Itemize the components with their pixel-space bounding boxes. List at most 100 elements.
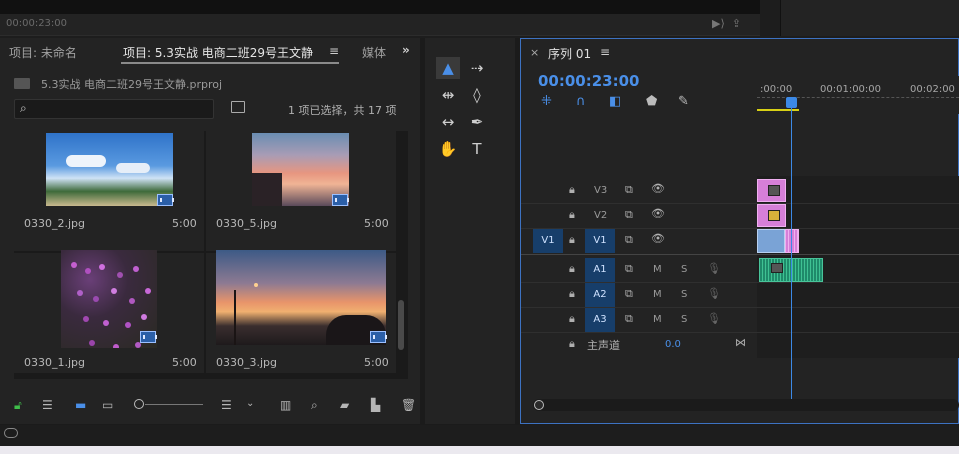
track-header-a3[interactable]: 🔒︎ A3 ⧉ M S 🎙︎ (521, 308, 757, 332)
sync-lock-icon[interactable]: ⧉ (625, 183, 633, 197)
cloud-sync-icon[interactable] (4, 428, 18, 438)
mute-button[interactable]: M (653, 264, 662, 275)
new-item-icon[interactable]: ▙ (371, 398, 380, 412)
panel-menu-icon[interactable]: ≡ (600, 45, 610, 59)
icon-view-icon[interactable]: ▬ (75, 398, 86, 412)
tab-project-active[interactable]: 项目: 5.3实战 电商二班29号王文静 (123, 44, 313, 61)
window-bottom-edge (0, 446, 959, 454)
ripple-edit-tool-icon[interactable]: ⇹ (436, 84, 460, 106)
track-header-v2[interactable]: 🔒︎ V2 ⧉ 👁︎ (521, 204, 757, 228)
lock-icon[interactable]: 🔒︎ (569, 208, 575, 222)
go-to-end-icon[interactable]: ⋈ (735, 336, 746, 349)
lock-icon[interactable]: 🔒︎ (569, 183, 575, 197)
zoom-slider[interactable] (145, 404, 203, 405)
track-target-a2[interactable]: A2 (585, 283, 615, 307)
lock-icon[interactable]: 🔒︎ (569, 262, 575, 276)
hand-tool-icon[interactable]: ✋ (436, 138, 460, 160)
wrench-icon[interactable]: ✎ (678, 94, 689, 109)
selection-tool-icon[interactable]: ▲ (436, 57, 460, 79)
tab-media-browser[interactable]: 媒体 (362, 44, 398, 61)
track-header-a1[interactable]: 🔒︎ A1 ⧉ M S 🎙︎ (521, 258, 757, 282)
sync-lock-icon[interactable]: ⧉ (625, 262, 633, 276)
freeform-view-icon[interactable]: ▭ (102, 398, 113, 412)
nest-icon[interactable]: ⁜ (541, 94, 552, 109)
eye-icon[interactable]: 👁︎ (651, 232, 665, 245)
media-item[interactable]: 0330_3.jpg 5:00 (206, 250, 396, 373)
video-clip-v1[interactable] (757, 229, 785, 253)
automate-to-sequence-icon[interactable]: ▥ (280, 398, 291, 412)
playhead-line (791, 108, 792, 399)
track-target-v1[interactable]: V1 (585, 229, 615, 253)
zoom-slider-knob[interactable] (134, 399, 144, 409)
media-item[interactable]: 0330_5.jpg 5:00 (206, 131, 396, 251)
type-tool-icon[interactable]: T (465, 138, 489, 160)
search-input[interactable] (14, 99, 214, 119)
eye-icon[interactable]: 👁︎ (651, 182, 665, 195)
track-header-v1[interactable]: V1 🔒︎ V1 ⧉ 👁︎ (521, 229, 757, 253)
add-marker-icon[interactable]: ⬟ (646, 94, 657, 109)
export-frame-icon[interactable]: ▶⟩ ⇪ (712, 17, 741, 30)
lock-icon[interactable]: 🔒︎ (569, 233, 575, 247)
playhead-timecode[interactable]: 00:00:23:00 (538, 72, 640, 90)
ruler-label: 00:02:00 (910, 84, 955, 95)
timeline-scrollbar[interactable] (533, 399, 959, 411)
track-target-a1[interactable]: A1 (585, 258, 615, 282)
mute-button[interactable]: M (653, 314, 662, 325)
chevron-down-icon[interactable]: ⌄ (246, 398, 254, 409)
image-type-icon (140, 331, 157, 343)
razor-tool-icon[interactable]: ◊ (465, 84, 489, 106)
eye-icon[interactable]: 👁︎ (651, 207, 665, 220)
ruler-label: 00:01:00:00 (820, 84, 882, 95)
sync-lock-icon[interactable]: ⧉ (625, 312, 633, 326)
thumbnail (46, 133, 173, 206)
trash-icon[interactable]: 🗑︎ (401, 398, 416, 412)
video-clip-v2[interactable] (757, 204, 786, 227)
grid-scrollbar[interactable] (398, 300, 404, 350)
lock-icon[interactable]: 🔓︎ (14, 398, 22, 413)
more-tabs-icon[interactable]: » (402, 43, 410, 57)
list-view-icon[interactable]: ☰ (42, 398, 53, 412)
panel-menu-icon[interactable]: ≡ (329, 44, 339, 58)
sync-lock-icon[interactable]: ⧉ (625, 208, 633, 222)
video-clip-v3[interactable] (757, 179, 786, 202)
tab-project-untitled[interactable]: 项目: 未命名 (9, 44, 77, 61)
timeline-zoom-knob[interactable] (534, 400, 544, 410)
video-clip-v1-short[interactable] (785, 229, 799, 253)
lock-icon[interactable]: 🔒︎ (569, 337, 575, 351)
new-bin-icon[interactable]: ▰ (340, 398, 349, 412)
solo-button[interactable]: S (681, 264, 687, 275)
mute-button[interactable]: M (653, 289, 662, 300)
master-volume[interactable]: 0.0 (665, 339, 681, 350)
source-monitor (0, 0, 760, 36)
sync-lock-icon[interactable]: ⧉ (625, 233, 633, 247)
new-search-bin-icon[interactable] (231, 101, 245, 113)
lock-icon[interactable]: 🔒︎ (569, 312, 575, 326)
pen-tool-icon[interactable]: ✒ (465, 111, 489, 133)
lock-icon[interactable]: 🔒︎ (569, 287, 575, 301)
solo-button[interactable]: S (681, 314, 687, 325)
linked-selection-icon[interactable]: ◧ (609, 94, 621, 109)
find-icon[interactable]: ⌕ (311, 398, 318, 413)
microphone-icon[interactable]: 🎙︎ (707, 262, 721, 275)
image-type-icon (157, 194, 174, 206)
slip-tool-icon[interactable]: ↔ (436, 111, 460, 133)
track-select-tool-icon[interactable]: ⇢ (465, 57, 489, 79)
media-item[interactable]: 0330_1.jpg 5:00 (14, 250, 204, 373)
sort-icon[interactable]: ☰ (221, 398, 232, 412)
microphone-icon[interactable]: 🎙︎ (707, 312, 721, 325)
sequence-tab[interactable]: 序列 01 (548, 45, 591, 62)
track-header-v3[interactable]: 🔒︎ V3 ⧉ 👁︎ (521, 179, 757, 203)
source-patch-v1[interactable]: V1 (533, 229, 563, 253)
program-monitor (780, 0, 959, 36)
track-target-a3[interactable]: A3 (585, 308, 615, 332)
microphone-icon[interactable]: 🎙︎ (707, 287, 721, 300)
track-header-a2[interactable]: 🔒︎ A2 ⧉ M S 🎙︎ (521, 283, 757, 307)
playhead[interactable] (786, 97, 797, 108)
solo-button[interactable]: S (681, 289, 687, 300)
work-area-bar[interactable] (757, 109, 799, 111)
sync-lock-icon[interactable]: ⧉ (625, 287, 633, 301)
close-icon[interactable]: × (530, 46, 539, 59)
media-item[interactable]: 0330_2.jpg 5:00 (14, 131, 204, 251)
master-track-header[interactable]: 🔒︎ 主声道 0.0 ⋈ (521, 333, 757, 357)
snap-magnet-icon[interactable]: ∩ (576, 94, 586, 109)
